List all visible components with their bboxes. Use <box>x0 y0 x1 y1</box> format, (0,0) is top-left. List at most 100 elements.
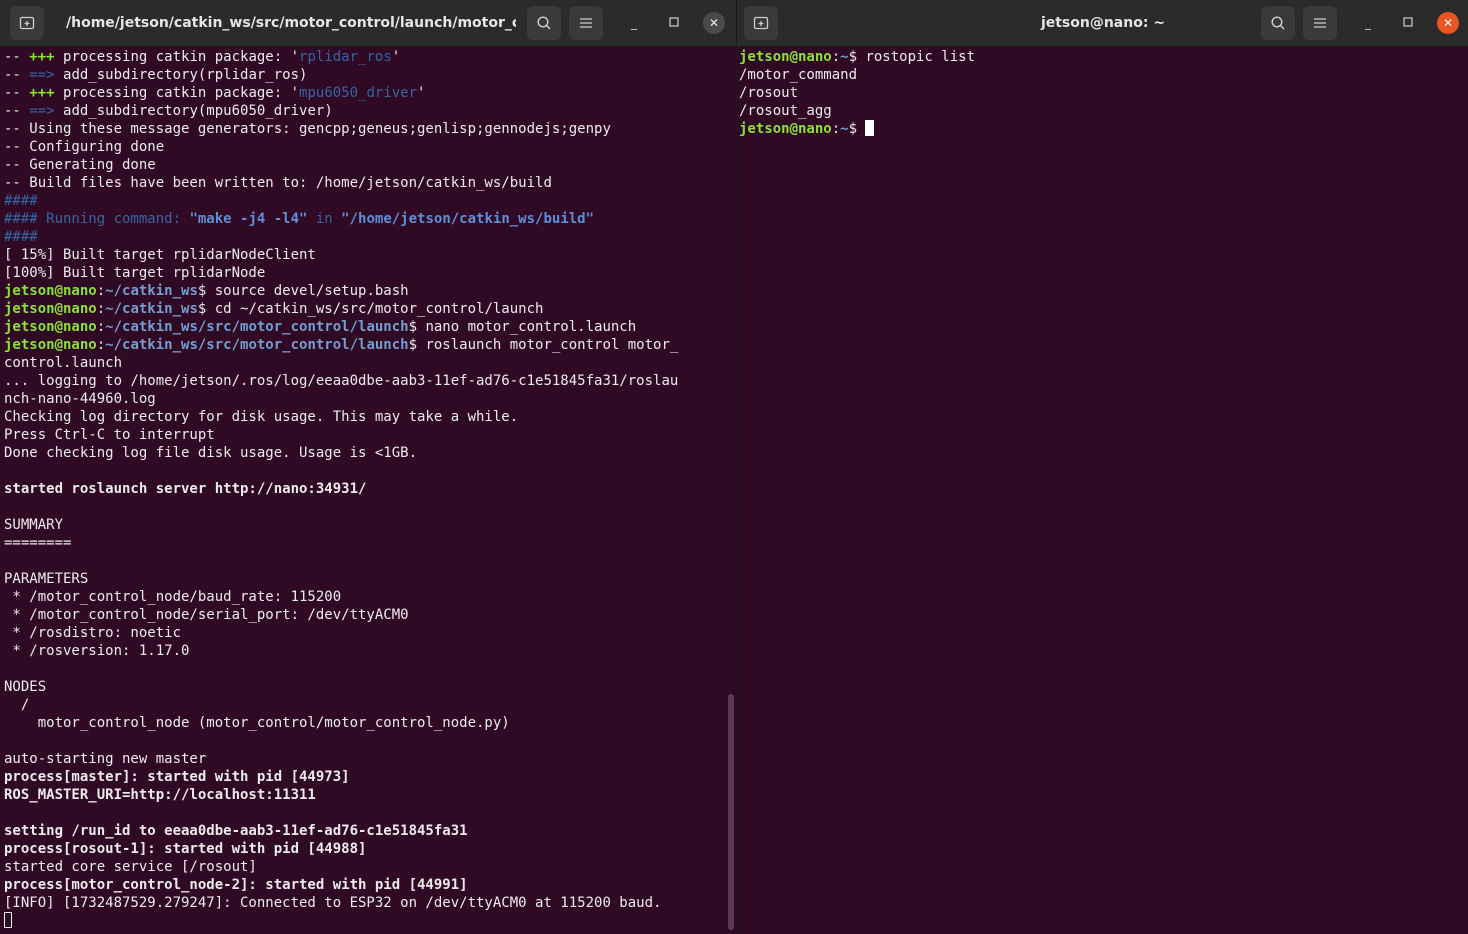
terminal-text: NODES <box>4 679 47 695</box>
terminal-text: "/home/jetson/catkin_ws/build" <box>341 211 595 227</box>
terminal-text: * /rosversion: 1.17.0 <box>4 643 190 659</box>
terminal-text: ' <box>391 49 401 65</box>
terminal-line: SUMMARY <box>4 516 736 534</box>
terminal-text: [100%] Built target rplidarNode <box>4 265 266 281</box>
terminal-line: [ 15%] Built target rplidarNodeClient <box>4 246 736 264</box>
search-button[interactable] <box>1261 6 1295 40</box>
terminal-line: NODES <box>4 678 736 696</box>
terminal-text: in <box>307 211 342 227</box>
terminal-text: "make -j4 -l4" <box>189 211 308 227</box>
terminal-line: [100%] Built target rplidarNode <box>4 264 736 282</box>
terminal-text: nch-nano-44960.log <box>4 391 156 407</box>
terminal-window-right[interactable]: jetson@nano: ~ _ ✕ jetson@nano:~$ rostop… <box>737 0 1468 934</box>
terminal-text: -- Build files have been written to: /ho… <box>4 175 552 191</box>
terminal-text: * /motor_control_node/serial_port: /dev/… <box>4 607 409 623</box>
text-cursor <box>4 912 12 928</box>
terminal-text: jetson@nano <box>4 283 97 299</box>
terminal-line: jetson@nano:~/catkin_ws$ cd ~/catkin_ws/… <box>4 300 736 318</box>
terminal-line: jetson@nano:~$ rostopic list <box>739 48 1468 66</box>
close-button[interactable]: ✕ <box>1437 12 1459 34</box>
title-bar[interactable]: /home/jetson/catkin_ws/src/motor_control… <box>0 0 736 47</box>
terminal-text: jetson@nano <box>4 319 97 335</box>
terminal-line: jetson@nano:~/catkin_ws$ source devel/se… <box>4 282 736 300</box>
terminal-output[interactable]: jetson@nano:~$ rostopic list/motor_comma… <box>739 48 1468 934</box>
text-cursor <box>865 120 875 136</box>
terminal-text: SUMMARY <box>4 517 64 533</box>
terminal-line: process[motor_control_node-2]: started w… <box>4 876 736 894</box>
terminal-text: PARAMETERS <box>4 571 89 587</box>
terminal-text: : <box>831 49 841 65</box>
terminal-text: auto-starting new master <box>4 751 207 767</box>
close-button[interactable]: ✕ <box>703 12 725 34</box>
terminal-text: +++ <box>29 85 55 101</box>
terminal-line: /motor_command <box>739 66 1468 84</box>
maximize-button[interactable] <box>663 12 685 34</box>
terminal-line: * /motor_control_node/serial_port: /dev/… <box>4 606 736 624</box>
minimize-button[interactable]: _ <box>623 12 645 34</box>
terminal-text: $ source devel/setup.bash <box>197 283 409 299</box>
terminal-text: Press Ctrl-C to interrupt <box>4 427 215 443</box>
terminal-line: -- ==> add_subdirectory(mpu6050_driver) <box>4 102 736 120</box>
new-tab-icon <box>19 15 35 31</box>
terminal-text: ROS_MASTER_URI=http://localhost:11311 <box>4 787 316 803</box>
scrollbar[interactable] <box>728 694 734 930</box>
search-button[interactable] <box>527 6 561 40</box>
terminal-output[interactable]: -- +++ processing catkin package: 'rplid… <box>4 48 736 934</box>
terminal-text: Checking log directory for disk usage. T… <box>4 409 519 425</box>
terminal-text: add_subdirectory(rplidar_ros) <box>54 67 308 83</box>
maximize-button[interactable] <box>1397 12 1419 34</box>
maximize-icon <box>1403 16 1413 30</box>
new-tab-button[interactable] <box>744 6 778 40</box>
search-icon <box>536 15 552 31</box>
terminal-text: [INFO] [1732487529.279247]: Connected to… <box>4 895 662 911</box>
terminal-line: started core service [/rosout] <box>4 858 736 876</box>
terminal-text: [ 15%] Built target rplidarNodeClient <box>4 247 316 263</box>
terminal-text: jetson@nano <box>739 121 832 137</box>
terminal-text: control.launch <box>4 355 123 371</box>
terminal-text: #### <box>4 229 38 245</box>
terminal-text: motor_control_node (motor_control/motor_… <box>4 715 510 731</box>
terminal-text: rplidar_ros <box>299 49 392 65</box>
terminal-text: processing catkin package: ' <box>54 85 300 101</box>
terminal-text: ~ <box>840 49 849 65</box>
terminal-line: motor_control_node (motor_control/motor_… <box>4 714 736 732</box>
minimize-button[interactable]: _ <box>1357 12 1379 34</box>
terminal-line: #### Running command: "make -j4 -l4" in … <box>4 210 736 228</box>
terminal-line: Checking log directory for disk usage. T… <box>4 408 736 426</box>
terminal-text: -- <box>4 85 30 101</box>
terminal-text: process[rosout-1]: started with pid [449… <box>4 841 367 857</box>
terminal-text: -- <box>4 67 30 83</box>
terminal-text: process[motor_control_node-2]: started w… <box>4 877 468 893</box>
minimize-icon: _ <box>631 16 637 30</box>
new-tab-button[interactable] <box>10 6 44 40</box>
terminal-text: ' <box>417 85 426 101</box>
menu-button[interactable] <box>1303 6 1337 40</box>
terminal-line: PARAMETERS <box>4 570 736 588</box>
terminal-text: ... logging to /home/jetson/.ros/log/eea… <box>4 373 679 389</box>
terminal-text: started roslaunch server http://nano:349… <box>4 481 367 497</box>
terminal-text: processing catkin package: ' <box>54 49 300 65</box>
terminal-text: : <box>96 301 106 317</box>
terminal-text: $ cd ~/catkin_ws/src/motor_control/launc… <box>197 301 544 317</box>
menu-button[interactable] <box>569 6 603 40</box>
terminal-line: jetson@nano:~$ <box>739 120 1468 138</box>
title-bar[interactable]: jetson@nano: ~ _ ✕ <box>737 0 1468 47</box>
terminal-line: nch-nano-44960.log <box>4 390 736 408</box>
terminal-line: -- Generating done <box>4 156 736 174</box>
terminal-line: #### <box>4 192 736 210</box>
terminal-line: jetson@nano:~/catkin_ws/src/motor_contro… <box>4 318 736 336</box>
terminal-line: started roslaunch server http://nano:349… <box>4 480 736 498</box>
hamburger-menu-icon <box>1313 17 1327 29</box>
terminal-text: Done checking log file disk usage. Usage… <box>4 445 418 461</box>
terminal-window-left[interactable]: /home/jetson/catkin_ws/src/motor_control… <box>0 0 736 934</box>
terminal-text: /rosout <box>739 85 799 101</box>
terminal-line: process[rosout-1]: started with pid [449… <box>4 840 736 858</box>
terminal-text: mpu6050_driver <box>299 85 418 101</box>
terminal-text: ~/catkin_ws/src/motor_control/launch <box>105 337 409 353</box>
terminal-line: #### <box>4 228 736 246</box>
terminal-text: $ <box>848 121 866 137</box>
